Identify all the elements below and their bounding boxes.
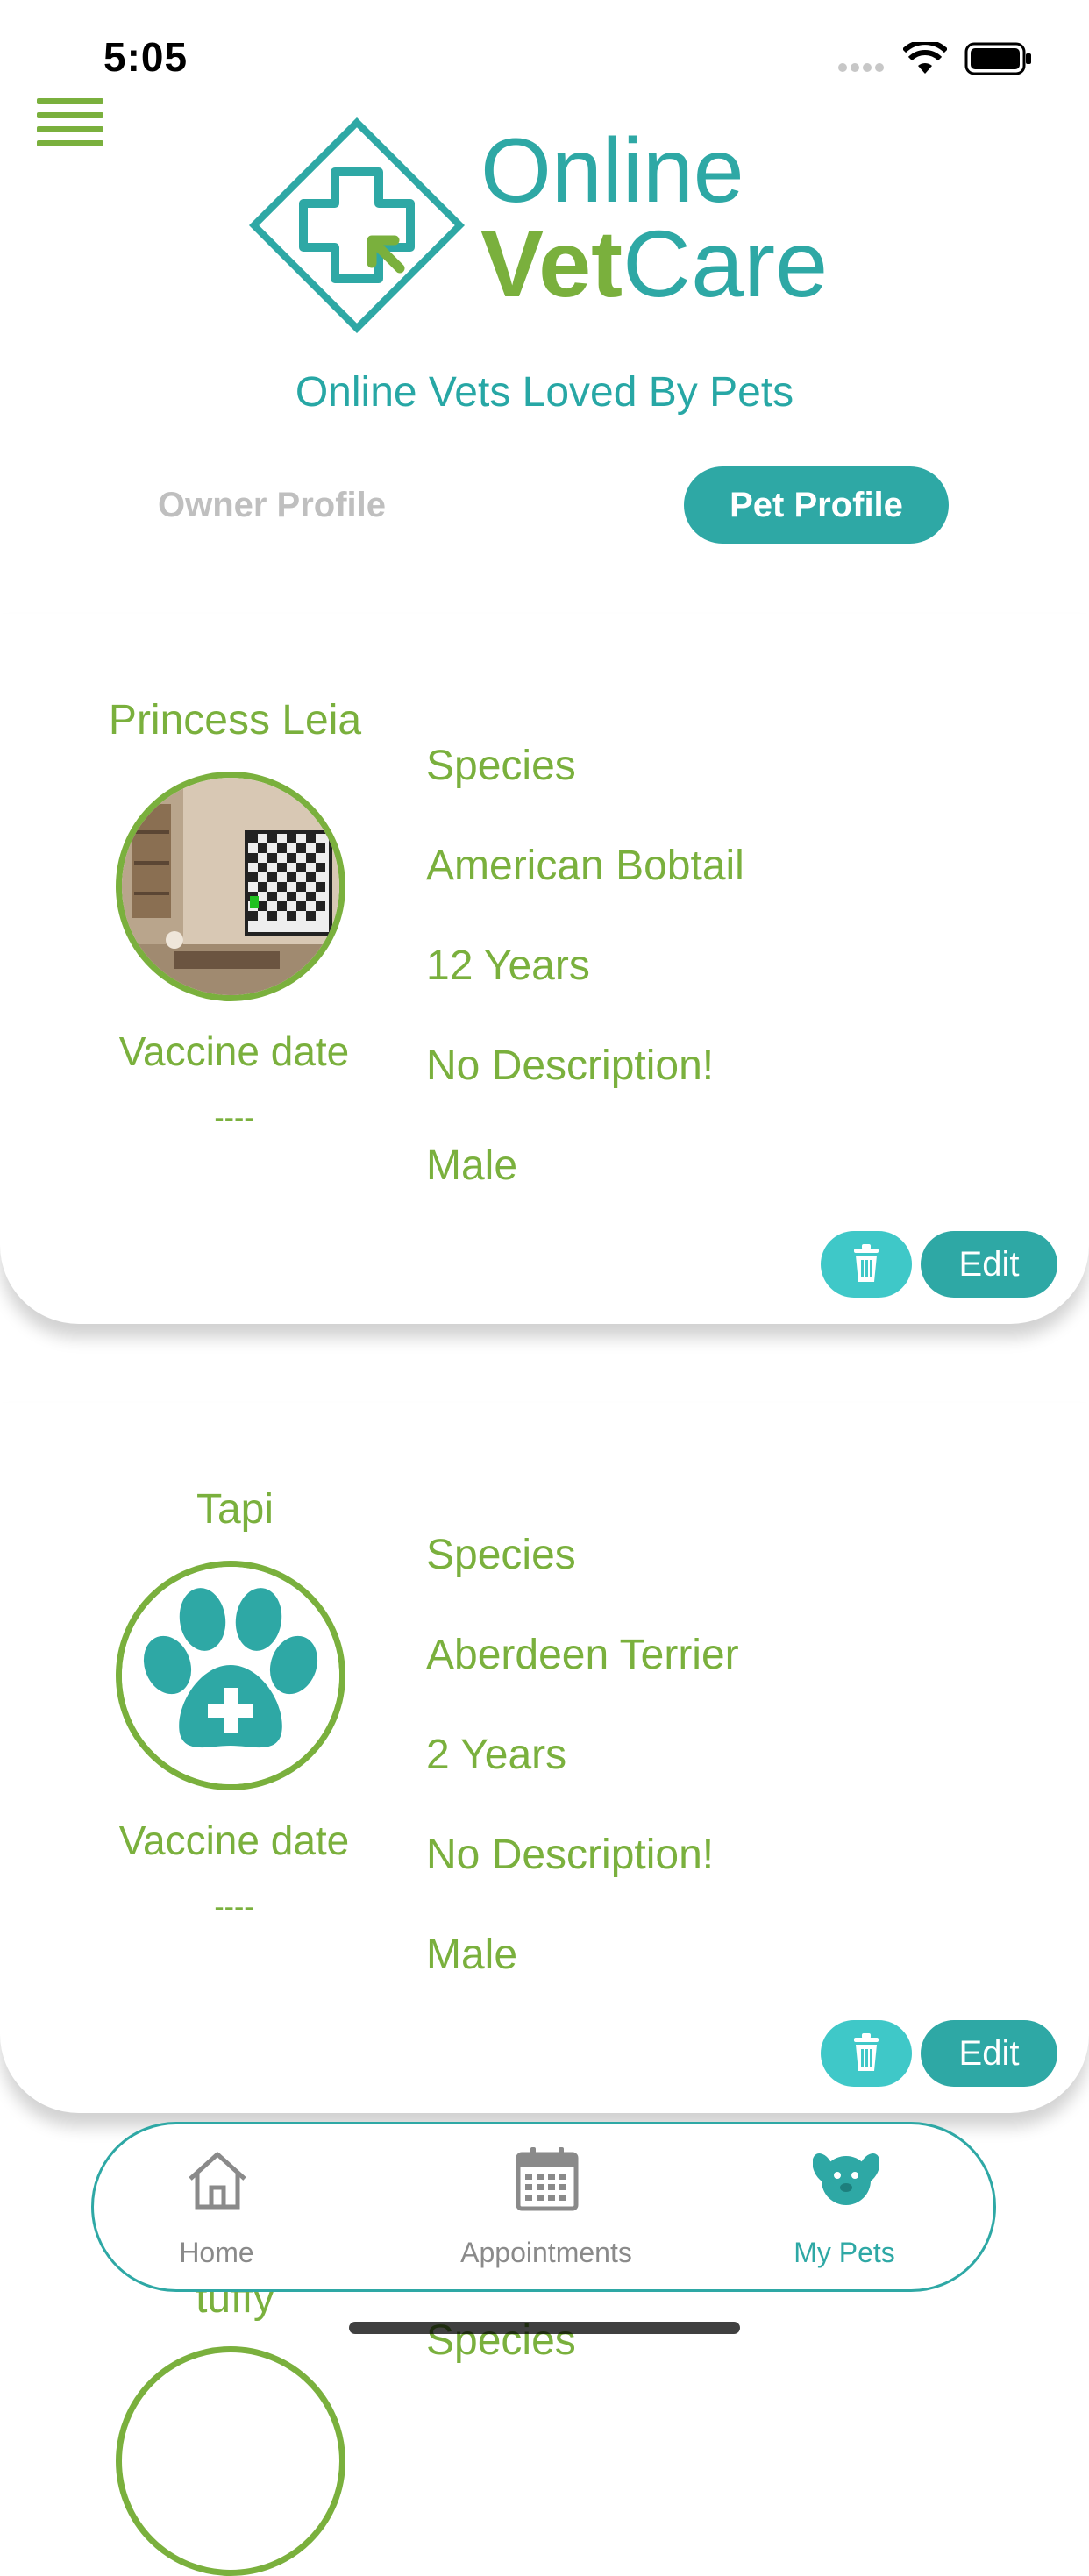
pet-age: 12 Years — [426, 943, 590, 989]
delete-pet-button[interactable] — [821, 2020, 912, 2087]
bottom-nav: Home Appointments My Pets — [91, 2122, 996, 2292]
pet-description: No Description! — [426, 1832, 715, 1878]
nav-home[interactable]: Home — [85, 2124, 348, 2295]
logo-text-care: Care — [623, 210, 829, 317]
home-indicator — [349, 2322, 740, 2334]
vaccine-date-label: Vaccine date — [118, 1818, 350, 1863]
tab-pet-profile[interactable]: Pet Profile — [684, 466, 949, 544]
nav-appointments-label: Appointments — [460, 2237, 632, 2268]
pet-breed: Aberdeen Terrier — [426, 1632, 739, 1678]
pet-breed: American Bobtail — [426, 843, 744, 889]
edit-pet-button[interactable]: Edit — [921, 2020, 1057, 2087]
nav-my-pets-label: My Pets — [794, 2237, 895, 2268]
pet-species: Species — [426, 743, 576, 789]
calendar-icon — [516, 2147, 579, 2211]
pet-gender: Male — [426, 1932, 518, 1978]
nav-home-label: Home — [179, 2237, 254, 2268]
nav-appointments[interactable]: Appointments — [415, 2124, 678, 2295]
cellular-signal-icon — [838, 63, 884, 72]
wifi-icon — [903, 42, 947, 74]
menu-icon — [37, 98, 103, 104]
edit-pet-button[interactable]: Edit — [921, 1231, 1057, 1298]
logo-text-online: Online — [480, 120, 744, 222]
pet-avatar — [116, 1561, 345, 1790]
pet-name: Tapi — [196, 1486, 274, 1533]
tagline: Online Vets Loved By Pets — [295, 369, 794, 416]
pet-photo — [122, 778, 339, 995]
trash-icon — [854, 1244, 879, 1282]
pet-age: 2 Years — [426, 1732, 567, 1778]
trash-icon — [854, 2033, 879, 2071]
vaccine-date-label: Vaccine date — [118, 1028, 350, 1074]
logo-icon — [249, 117, 465, 333]
pet-avatar — [116, 772, 345, 1001]
logo-text-vet: Vet — [480, 210, 623, 317]
menu-button[interactable] — [37, 98, 103, 153]
pet-icon — [813, 2153, 879, 2205]
battery-icon — [964, 42, 1031, 75]
pet-avatar — [116, 2346, 345, 2576]
pet-species: Species — [426, 1532, 576, 1578]
pet-gender: Male — [426, 1142, 518, 1189]
paw-plus-icon — [122, 1567, 339, 1784]
delete-pet-button[interactable] — [821, 1231, 912, 1298]
vaccine-date-value: ---- — [214, 1101, 254, 1135]
tab-owner-profile[interactable]: Owner Profile — [140, 466, 403, 544]
pet-description: No Description! — [426, 1042, 715, 1089]
home-icon — [189, 2152, 246, 2210]
logo-text-vetcare: VetCare — [480, 216, 828, 312]
nav-my-pets[interactable]: My Pets — [713, 2124, 976, 2295]
status-time: 5:05 — [103, 34, 189, 80]
vaccine-date-value: ---- — [214, 1890, 254, 1924]
pet-name: Princess Leia — [108, 697, 362, 744]
